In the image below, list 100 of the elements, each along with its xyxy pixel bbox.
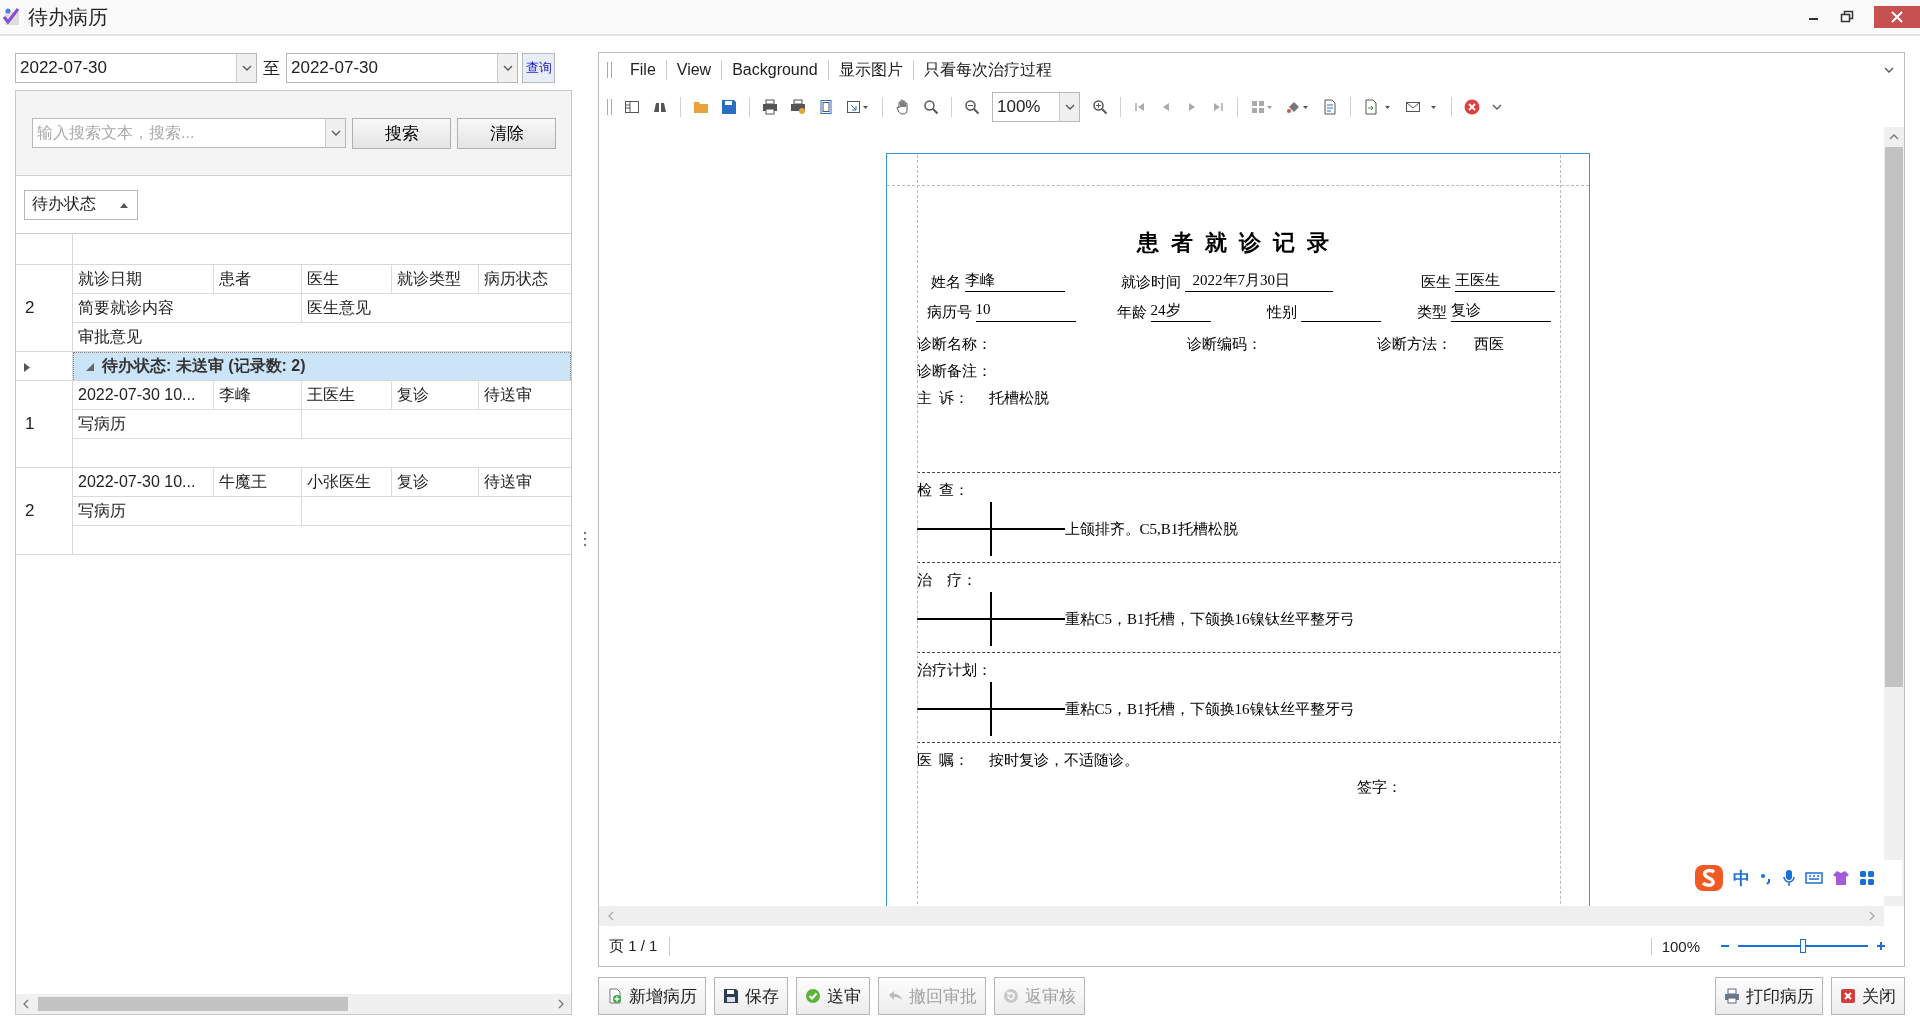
keyboard-icon[interactable] [1805,871,1823,885]
column-header[interactable]: 简要就诊内容 [73,294,302,322]
page-setup-icon[interactable] [818,99,834,115]
table-cell: 牛魔王 [214,468,302,496]
field-value: 复诊 [1450,301,1551,322]
watermark-document-icon[interactable] [1322,99,1338,115]
page-indicator: 页 1 / 1 [609,936,671,956]
export-icon[interactable] [1363,99,1393,115]
close-button[interactable]: 关闭 [1831,977,1905,1015]
field-label: 医 嘱： [916,751,969,770]
field-label: 诊断方法： [1376,336,1452,352]
signature-label: 签字： [1356,779,1402,795]
field-value: 托槽松脱 [989,389,1049,408]
menu-item[interactable]: 只看每次治疗过程 [913,60,1062,80]
field-label: 就诊时间 [1120,273,1181,292]
menu-item[interactable]: View [666,60,723,80]
field-value: 李峰 [964,271,1065,292]
last-page-icon[interactable] [1211,100,1225,114]
splitter-handle-icon[interactable] [583,530,587,547]
punctuation-icon[interactable] [1759,871,1773,885]
submit-button[interactable]: 送审 [796,977,870,1015]
collapse-triangle-icon[interactable] [86,362,94,371]
grid-icon[interactable] [1859,870,1875,886]
group-row[interactable]: 待办状态: 未送审 (记录数: 2) [73,352,571,380]
table-cell: 2022-07-30 10... [73,468,214,496]
column-header[interactable]: 医生意见 [302,294,571,322]
column-header[interactable]: 患者 [214,265,302,293]
field-label: 性别 [1266,303,1297,322]
section-label: 检 查： [916,481,969,500]
save-button[interactable]: 保存 [714,977,788,1015]
zoom-out-icon[interactable] [964,99,980,115]
sidebar-layout-icon[interactable] [624,99,640,115]
print-button[interactable]: 打印病历 [1715,977,1823,1015]
zoom-field[interactable]: 100% [992,92,1080,122]
table-cell: 小张医生 [302,468,392,496]
section-text: 重粘C5，B1托槽，下颌换16镍钛丝平整牙弓 [1064,609,1355,629]
search-panel-button[interactable]: 搜索 [352,117,451,149]
column-header[interactable]: 就诊类型 [392,265,479,293]
quick-print-icon[interactable] [790,99,806,115]
section-text: 上颌排齐。C5,B1托槽松脱 [1064,519,1239,539]
plus-icon[interactable] [1876,941,1886,951]
horizontal-scrollbar[interactable] [16,994,571,1014]
document-title: 患者就诊记录 [1135,229,1342,257]
date-field[interactable]: 2022-07-30 [15,53,257,83]
email-icon[interactable] [1405,99,1439,115]
field-value: 24岁 [1150,301,1211,322]
query-button[interactable]: 查询 [522,53,555,83]
field-label: 诊断备注： [916,362,992,381]
zoom-in-icon[interactable] [1092,99,1108,115]
scale-icon[interactable] [846,99,870,115]
row-number: 1 [25,414,35,434]
field-label: 诊断编码： [1186,336,1262,352]
field-label: 类型 [1416,303,1447,322]
printer-icon [1724,988,1740,1004]
chevron-down-icon[interactable] [1492,104,1502,110]
table-cell: 写病历 [73,497,302,525]
scroll-left-icon[interactable] [22,999,30,1009]
add-button[interactable]: 新增病历 [598,977,706,1015]
menu-item[interactable]: File [620,60,667,80]
menu-item[interactable]: Background [722,60,829,80]
column-header[interactable]: 审批意见 [73,323,571,351]
search-panel-button[interactable]: 清除 [457,117,556,149]
scroll-up-icon[interactable] [1889,133,1899,141]
first-page-icon[interactable] [1133,100,1147,114]
multiple-pages-icon[interactable] [1250,99,1274,115]
microphone-icon[interactable] [1782,869,1796,887]
field-label: 主 诉： [916,389,969,408]
paint-bucket-icon[interactable] [1286,99,1310,115]
table-cell: 写病历 [73,410,302,438]
field-label: 病历号 [926,303,972,322]
vertical-scrollbar[interactable] [1884,127,1904,906]
field-label: 年龄 [1116,303,1147,322]
column-header[interactable]: 就诊日期 [73,265,214,293]
check-icon [805,988,821,1004]
magnifier-icon[interactable] [923,99,939,115]
row-count: 2 [25,298,35,318]
window-title: 待办病历 [28,4,108,30]
close-button[interactable] [1874,6,1920,28]
close-circle-icon[interactable] [1464,99,1480,115]
shirt-icon[interactable] [1832,870,1850,886]
print-icon[interactable] [762,99,778,115]
folder-icon[interactable] [693,99,709,115]
column-header[interactable]: 病历状态 [479,265,571,293]
zoom-slider[interactable] [1738,939,1868,953]
column-header[interactable]: 医生 [302,265,392,293]
field-label: 姓名 [930,273,961,292]
chevron-down-icon[interactable] [1884,67,1894,73]
close-icon [1840,988,1856,1004]
close-icon [1890,10,1904,24]
search-field[interactable]: 输入搜索文本，搜索... [32,118,325,148]
ime-mode[interactable]: 中 [1733,866,1750,890]
date-field[interactable]: 2022-07-30 [286,53,518,83]
save-icon[interactable] [721,99,737,115]
group-chip[interactable]: 待办状态 [24,189,138,220]
ime-logo-icon[interactable] [1694,864,1724,892]
section-text: 重粘C5，B1托槽，下颌换16镍钛丝平整牙弓 [1064,699,1355,719]
menu-item[interactable]: 显示图片 [828,60,914,80]
hand-icon[interactable] [895,99,911,115]
scroll-right-icon[interactable] [557,999,565,1009]
restore-icon[interactable] [1840,10,1854,24]
